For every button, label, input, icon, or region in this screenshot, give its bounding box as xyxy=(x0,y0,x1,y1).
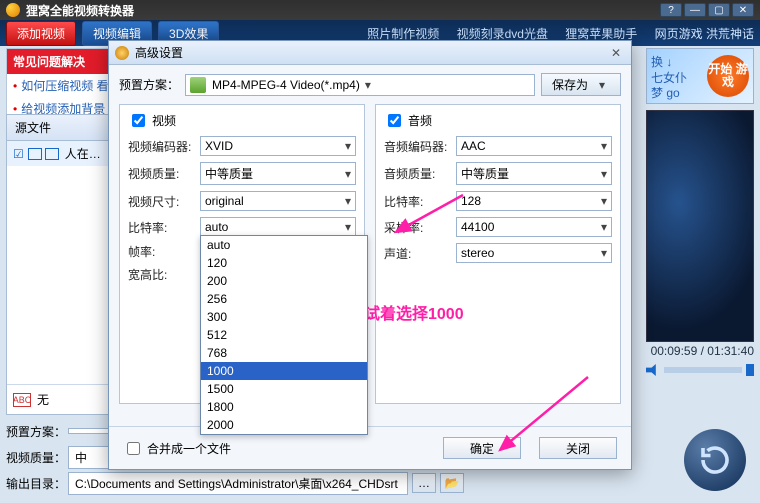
merge-label: 合并成一个文件 xyxy=(147,440,231,457)
video-bitrate-label: 比特率: xyxy=(128,219,200,236)
bitrate-option[interactable]: 120 xyxy=(201,254,367,272)
help-button[interactable]: ? xyxy=(660,3,682,17)
video-preview xyxy=(646,110,754,342)
link-apple-helper[interactable]: 狸窝苹果助手 xyxy=(565,27,637,41)
dialog-footer: 合并成一个文件 确定 关闭 xyxy=(109,426,631,469)
link-web-game[interactable]: 网页游戏 洪荒神话 xyxy=(655,27,754,41)
volume-bar xyxy=(646,364,754,376)
audio-sample-label: 采样率: xyxy=(384,219,456,236)
bitrate-option[interactable]: 256 xyxy=(201,290,367,308)
bitrate-option[interactable]: 1800 xyxy=(201,398,367,416)
bitrate-option[interactable]: 200 xyxy=(201,272,367,290)
tab-add-video[interactable]: 添加视频 xyxy=(6,21,76,46)
video-aspect-label: 宽高比: xyxy=(128,266,200,283)
scheme-select[interactable]: MP4-MPEG-4 Video(*.mp4) ▾ xyxy=(185,74,535,96)
convert-button[interactable] xyxy=(684,429,746,491)
close-button[interactable]: ✕ xyxy=(732,3,754,17)
promo-links: 照片制作视频 视频刻录dvd光盘 狸窝苹果助手 网页游戏 洪荒神话 xyxy=(353,25,754,42)
scheme-label: 预置方案： xyxy=(119,76,179,93)
quality-label: 视频质量： xyxy=(6,449,68,466)
output-row: 输出目录： C:\Documents and Settings\Administ… xyxy=(6,471,526,495)
open-folder-button[interactable]: 📂 xyxy=(440,473,464,493)
scheme-value: MP4-MPEG-4 Video(*.mp4) xyxy=(212,78,360,92)
preview-frame xyxy=(647,111,753,341)
refresh-icon xyxy=(697,442,733,478)
merge-checkbox[interactable] xyxy=(127,442,140,455)
dialog-close-button[interactable]: ✕ xyxy=(607,45,625,61)
speaker-icon[interactable] xyxy=(646,364,660,376)
subtitle-status: 无 xyxy=(37,391,49,408)
audio-settings-group: 音频 音频编码器: AAC▾ 音频质量: 中等质量▾ 比特率: 128▾ 采样率… xyxy=(375,104,621,404)
video-group-title: 视频 xyxy=(152,112,176,129)
time-display: 00:09:59 / 01:31:40 xyxy=(646,344,754,358)
app-logo-icon xyxy=(6,3,20,17)
maximize-button[interactable]: ▢ xyxy=(708,3,730,17)
audio-encoder-label: 音频编码器: xyxy=(384,138,456,155)
audio-channel-label: 声道: xyxy=(384,245,456,262)
audio-encoder-select[interactable]: AAC▾ xyxy=(456,136,612,156)
audio-bitrate-label: 比特率: xyxy=(384,193,456,210)
bitrate-option[interactable]: 768 xyxy=(201,344,367,362)
audio-quality-label: 音频质量: xyxy=(384,165,456,182)
file-name: 人在… xyxy=(65,145,101,162)
minimize-button[interactable]: — xyxy=(684,3,706,17)
bitrate-option[interactable]: 2000 xyxy=(201,416,367,434)
dialog-titlebar: 高级设置 ✕ xyxy=(109,41,631,65)
save-as-button[interactable]: 保存为▾ xyxy=(541,73,621,96)
link-photo-video[interactable]: 照片制作视频 xyxy=(367,27,439,41)
video-quality-select[interactable]: 中等质量▾ xyxy=(200,162,356,185)
audio-quality-select[interactable]: 中等质量▾ xyxy=(456,162,612,185)
browse-button[interactable]: … xyxy=(412,473,436,493)
video-enable-checkbox[interactable] xyxy=(132,114,145,127)
check-icon: ☑ xyxy=(13,147,24,161)
cancel-button[interactable]: 关闭 xyxy=(539,437,617,459)
volume-track[interactable] xyxy=(664,367,742,373)
bitrate-option[interactable]: 300 xyxy=(201,308,367,326)
video-encoder-select[interactable]: XVID▾ xyxy=(200,136,356,156)
output-path[interactable]: C:\Documents and Settings\Administrator\… xyxy=(68,472,408,495)
output-label: 输出目录： xyxy=(6,475,68,492)
banner-start-button[interactable]: 开始 游戏 xyxy=(707,55,749,97)
audio-channel-select[interactable]: stereo▾ xyxy=(456,243,612,263)
preset-label: 预置方案： xyxy=(6,423,68,440)
chevron-down-icon: ▾ xyxy=(360,78,376,92)
audio-group-title: 音频 xyxy=(408,112,432,129)
bitrate-option[interactable]: 1000 xyxy=(201,362,367,380)
video-bitrate-select[interactable]: auto▾ xyxy=(200,217,356,237)
bitrate-option[interactable]: 512 xyxy=(201,326,367,344)
volume-thumb[interactable] xyxy=(746,364,754,376)
gear-icon xyxy=(115,46,129,60)
bitrate-option[interactable]: 1500 xyxy=(201,380,367,398)
banner-text: 换 ↓ 七女仆 梦 go xyxy=(651,55,687,102)
ok-button[interactable]: 确定 xyxy=(443,437,521,459)
merge-checkbox-row: 合并成一个文件 xyxy=(123,439,231,458)
audio-bitrate-select[interactable]: 128▾ xyxy=(456,191,612,211)
app-title: 狸窝全能视频转换器 xyxy=(26,2,134,19)
video-size-label: 视频尺寸: xyxy=(128,193,200,210)
link-dvd-burn[interactable]: 视频刻录dvd光盘 xyxy=(457,27,548,41)
format-icon xyxy=(190,77,206,93)
bitrate-dropdown-list[interactable]: auto1202002563005127681000150018002000 xyxy=(200,235,368,435)
preset-scheme-row: 预置方案： MP4-MPEG-4 Video(*.mp4) ▾ 保存为▾ xyxy=(109,65,631,104)
video-fps-label: 帧率: xyxy=(128,243,200,260)
video-settings-group: 视频 视频编码器: XVID▾ 视频质量: 中等质量▾ 视频尺寸: origin… xyxy=(119,104,365,404)
audio-sample-select[interactable]: 44100▾ xyxy=(456,217,612,237)
dialog-title: 高级设置 xyxy=(135,44,183,61)
audio-enable-checkbox[interactable] xyxy=(388,114,401,127)
subtitle-icon: ABC xyxy=(13,393,31,407)
advanced-settings-dialog: 高级设置 ✕ 预置方案： MP4-MPEG-4 Video(*.mp4) ▾ 保… xyxy=(108,40,632,470)
promo-banner[interactable]: 换 ↓ 七女仆 梦 go 开始 游戏 xyxy=(646,48,754,104)
video-quality-label: 视频质量: xyxy=(128,165,200,182)
app-titlebar: 狸窝全能视频转换器 ? — ▢ ✕ xyxy=(0,0,760,20)
file-type-icons xyxy=(28,148,59,160)
video-encoder-label: 视频编码器: xyxy=(128,138,200,155)
bitrate-option[interactable]: auto xyxy=(201,236,367,254)
video-size-select[interactable]: original▾ xyxy=(200,191,356,211)
